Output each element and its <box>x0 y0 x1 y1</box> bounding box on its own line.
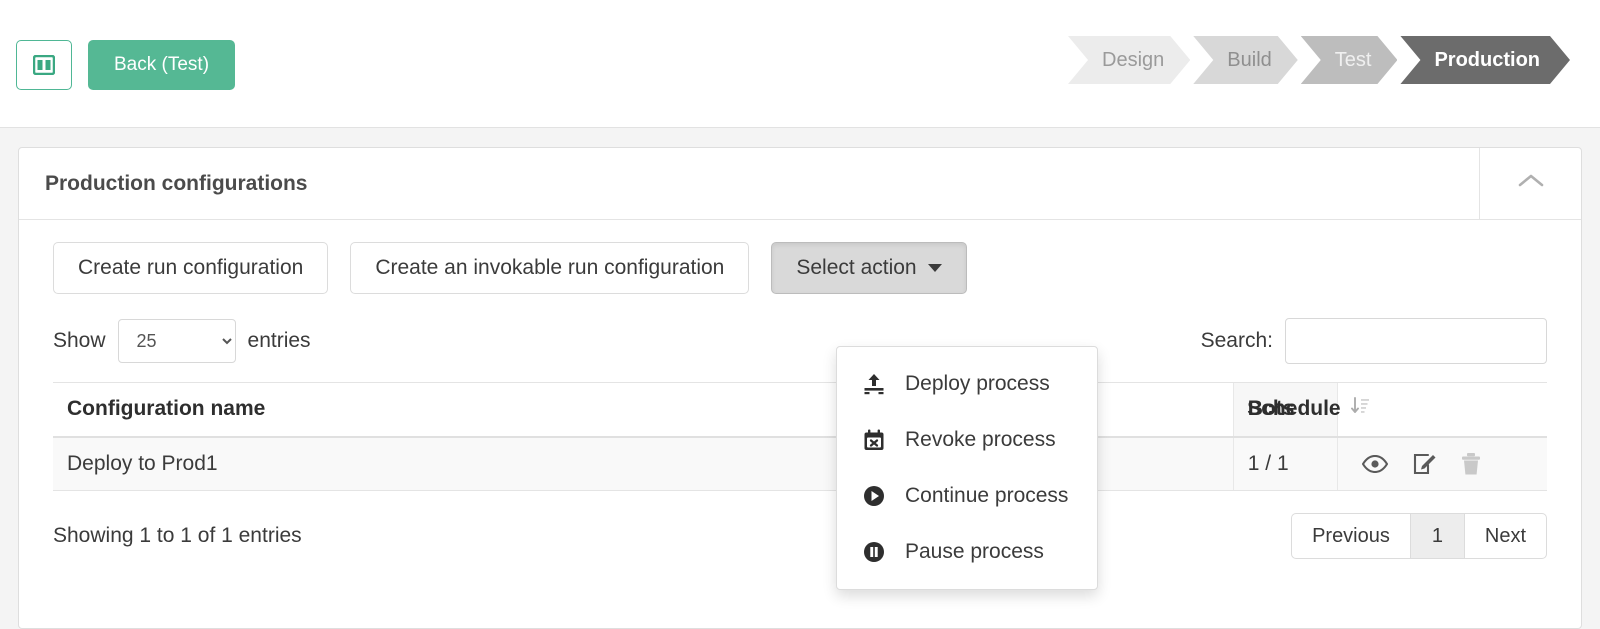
pagination: Previous 1 Next <box>1291 513 1547 559</box>
search-input[interactable] <box>1285 318 1547 364</box>
wizard-step-label: Production <box>1434 48 1540 71</box>
search-control: Search: <box>1201 318 1547 364</box>
configurations-table-wrapper: Configuration name Schedule <box>19 364 1581 491</box>
table-header-row: Configuration name Schedule <box>53 382 1547 438</box>
select-action-dropdown-button[interactable]: Select action <box>771 242 967 294</box>
wizard-step-build[interactable]: Build <box>1193 36 1297 84</box>
column-label: Configuration name <box>67 397 266 421</box>
wizard-step-label: Test <box>1334 48 1372 71</box>
pagination-next[interactable]: Next <box>1463 513 1547 559</box>
show-label: Show <box>53 329 106 352</box>
wizard-step-design[interactable]: Design <box>1068 36 1190 84</box>
sort-amount-down-icon <box>1350 396 1371 422</box>
table-controls: Show 25 entries Search: <box>19 294 1581 364</box>
view-icon[interactable] <box>1362 454 1389 473</box>
entries-label: entries <box>247 329 311 352</box>
pause-circle-icon <box>859 541 889 563</box>
edit-icon[interactable] <box>1412 452 1436 476</box>
wizard-step-test[interactable]: Test <box>1301 36 1398 84</box>
sidebar-toggle-button[interactable] <box>16 40 72 90</box>
cell-row-actions <box>1337 436 1547 491</box>
chevron-up-icon <box>1518 173 1544 194</box>
pagination-previous[interactable]: Previous <box>1291 513 1410 559</box>
table-row[interactable]: Deploy to Prod1 1 / 1 <box>53 436 1547 491</box>
play-circle-icon <box>859 485 889 507</box>
wizard-step-label: Build <box>1227 48 1272 71</box>
menu-item-label: Revoke process <box>905 428 1056 451</box>
columns-layout-icon <box>33 55 55 75</box>
table-footer: Showing 1 to 1 of 1 entries Previous 1 N… <box>19 491 1581 559</box>
select-action-dropdown-menu: Deploy process Revoke process Continue p… <box>836 346 1098 590</box>
menu-item-revoke-process[interactable]: Revoke process <box>837 412 1097 468</box>
wizard-step-production[interactable]: Production <box>1400 36 1570 84</box>
menu-item-deploy-process[interactable]: Deploy process <box>837 356 1097 412</box>
menu-item-label: Pause process <box>905 540 1044 563</box>
back-button[interactable]: Back (Test) <box>88 40 236 90</box>
top-bar: Back (Test) Design Build Test Production <box>0 0 1600 128</box>
entries-info: Showing 1 to 1 of 1 entries <box>53 524 302 547</box>
column-label: Bots <box>1247 397 1295 421</box>
upload-icon <box>859 373 889 395</box>
page-body: Production configurations Create run con… <box>0 128 1600 629</box>
actions-toolbar: Create run configuration Create an invok… <box>19 220 1581 294</box>
menu-item-label: Deploy process <box>905 372 1050 395</box>
page-length-control: Show 25 entries <box>53 319 311 363</box>
page-title: Production configurations <box>45 171 308 195</box>
menu-item-label: Continue process <box>905 484 1069 507</box>
select-action-label: Select action <box>796 256 917 279</box>
configurations-table: Configuration name Schedule <box>53 382 1547 491</box>
delete-icon[interactable] <box>1460 452 1482 476</box>
production-configurations-panel: Production configurations Create run con… <box>18 147 1582 629</box>
create-invokable-run-configuration-button[interactable]: Create an invokable run configuration <box>350 242 750 294</box>
menu-item-continue-process[interactable]: Continue process <box>837 468 1097 524</box>
wizard-step-label: Design <box>1102 48 1165 71</box>
create-run-configuration-button[interactable]: Create run configuration <box>53 242 329 294</box>
menu-item-pause-process[interactable]: Pause process <box>837 524 1097 580</box>
chevron-down-icon <box>927 264 942 272</box>
pagination-page-1[interactable]: 1 <box>1409 513 1464 559</box>
panel-header: Production configurations <box>19 148 1581 220</box>
page-length-select[interactable]: 25 <box>117 319 236 363</box>
wizard-steps: Design Build Test Production <box>1068 36 1570 84</box>
panel-collapse-button[interactable] <box>1479 148 1581 219</box>
cell-bots: 1 / 1 <box>1232 436 1338 491</box>
search-label: Search: <box>1200 329 1273 352</box>
calendar-x-icon <box>859 429 889 451</box>
